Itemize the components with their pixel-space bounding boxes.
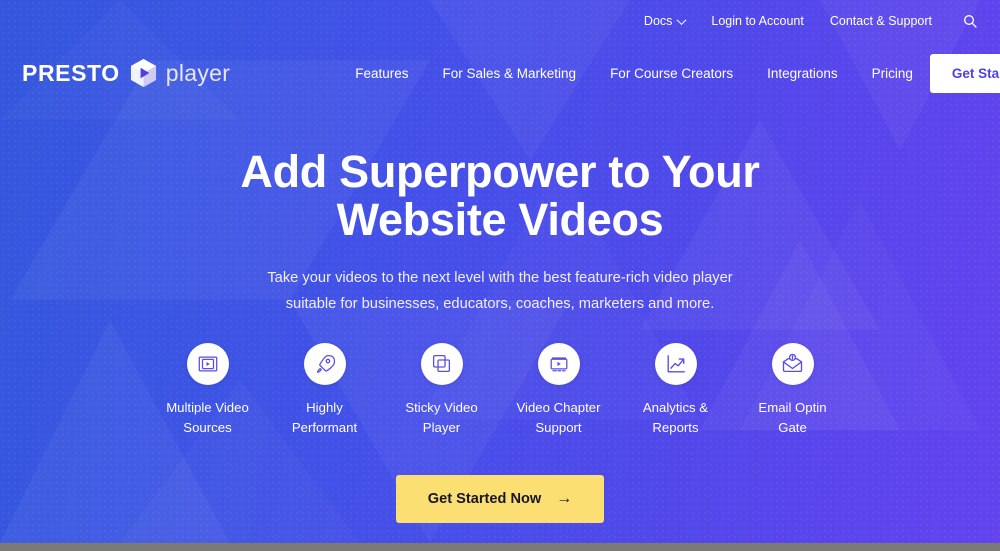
feature-label: Email Optin Gate <box>758 398 826 439</box>
presto-hexagon-play-icon <box>130 58 157 88</box>
logo-text-player: player <box>165 59 231 86</box>
feature-label-line-1: Analytics & <box>642 399 709 415</box>
nav-item-for-course-creators[interactable]: For Course Creators <box>593 66 750 81</box>
feature-label: Sticky Video Player <box>405 398 477 439</box>
top-utility-bar: Docs Login to Account Contact & Support <box>0 0 1000 42</box>
hero-subheading: Take your videos to the next level with … <box>0 266 1000 317</box>
logo[interactable]: PRESTO player <box>22 58 230 88</box>
multiple-video-sources-icon <box>186 342 229 385</box>
headline-line-1: Add Superpower to Your <box>240 146 760 197</box>
feature-label-line-1: Video Chapter <box>516 399 601 415</box>
arrow-right-icon: → <box>556 489 573 507</box>
rocket-icon <box>303 342 346 385</box>
feature-list: Multiple Video Sources Highly Performant <box>0 342 1000 439</box>
hero-section: Docs Login to Account Contact & Support … <box>0 0 1000 543</box>
feature-label: Analytics & Reports <box>643 398 708 439</box>
feature-item-highly-performant[interactable]: Highly Performant <box>266 342 383 439</box>
search-icon[interactable] <box>962 13 978 29</box>
topbar-item-docs[interactable]: Docs <box>643 14 687 28</box>
email-optin-envelope-icon <box>771 342 814 385</box>
bottom-bar <box>0 543 1000 551</box>
logo-text-presto: PRESTO <box>22 59 120 86</box>
topbar-item-login[interactable]: Login to Account <box>711 14 803 28</box>
nav-item-integrations[interactable]: Integrations <box>750 66 855 81</box>
feature-label-line-2: Sources <box>183 420 232 436</box>
hero-cta-container: Get Started Now → <box>0 474 1000 523</box>
feature-label-line-2: Gate <box>778 420 807 436</box>
get-started-button[interactable]: Get Started <box>929 53 1000 93</box>
headline-line-2: Website Videos <box>336 194 664 246</box>
analytics-chart-icon <box>654 342 697 385</box>
feature-item-video-chapter-support[interactable]: Video Chapter Support <box>500 342 617 439</box>
feature-label-line-2: Performant <box>291 420 358 436</box>
topbar-item-label: Docs <box>643 14 673 28</box>
sticky-video-player-icon <box>420 342 463 385</box>
feature-label: Multiple Video Sources <box>166 398 249 439</box>
nav-item-for-sales-marketing[interactable]: For Sales & Marketing <box>426 66 594 81</box>
feature-item-analytics-reports[interactable]: Analytics & Reports <box>617 342 734 439</box>
feature-label-line-2: Reports <box>652 420 699 436</box>
feature-item-multiple-video-sources[interactable]: Multiple Video Sources <box>149 342 266 439</box>
get-started-now-button[interactable]: Get Started Now → <box>395 474 605 523</box>
feature-item-email-optin-gate[interactable]: Email Optin Gate <box>734 342 851 439</box>
feature-label: Video Chapter Support <box>516 398 600 439</box>
topbar-item-contact-support[interactable]: Contact & Support <box>830 14 932 28</box>
page-title: Add Superpower to Your Website Videos <box>0 146 1000 246</box>
feature-label-line-1: Highly <box>306 399 343 415</box>
feature-item-sticky-video-player[interactable]: Sticky Video Player <box>383 342 500 439</box>
nav-item-features[interactable]: Features <box>338 66 425 81</box>
cta-label: Get Started Now <box>427 490 542 507</box>
main-navigation: PRESTO player Features For Sales & Marke… <box>0 42 1000 104</box>
hero-content: Add Superpower to Your Website Videos Ta… <box>0 146 1000 523</box>
nav-links: Features For Sales & Marketing For Cours… <box>338 66 930 81</box>
topbar-item-label: Contact & Support <box>829 14 932 28</box>
chevron-down-icon <box>676 14 687 25</box>
feature-label-line-1: Sticky Video <box>405 399 478 415</box>
subheading-line-2: suitable for businesses, educators, coac… <box>285 295 715 312</box>
video-chapter-icon <box>537 342 580 385</box>
feature-label-line-2: Support <box>535 420 582 436</box>
feature-label-line-1: Email Optin <box>758 399 827 415</box>
subheading-line-1: Take your videos to the next level with … <box>267 270 733 287</box>
feature-label-line-2: Player <box>422 420 461 436</box>
nav-item-pricing[interactable]: Pricing <box>855 66 930 81</box>
feature-label: Highly Performant <box>292 398 357 439</box>
feature-label-line-1: Multiple Video <box>166 399 249 415</box>
topbar-item-label: Login to Account <box>711 14 804 28</box>
